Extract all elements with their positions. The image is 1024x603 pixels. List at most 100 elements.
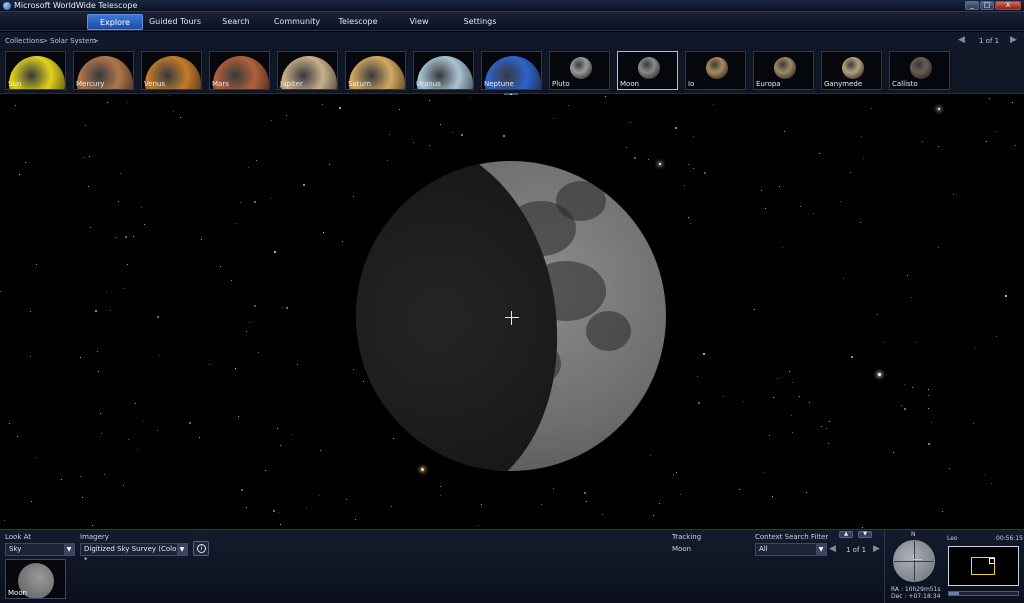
star [585,500,587,502]
prev-page-icon[interactable]: ◀ [958,35,965,45]
thumbnail-venus[interactable]: Venus [141,51,202,90]
star [81,496,83,498]
next-page-icon[interactable]: ▶ [873,544,880,554]
star [94,309,97,312]
context-filter-dropdown[interactable]: All ▼ [755,543,827,556]
next-page-icon[interactable]: ▶ [1010,35,1017,45]
star [928,389,930,391]
tab-community[interactable]: Community [268,14,326,30]
minimize-button[interactable]: _ [965,1,979,10]
info-icon: i [197,544,206,553]
thumbnail-label: Saturn [348,80,372,88]
star [991,482,993,484]
thumbnail-callisto[interactable]: Callisto [889,51,950,90]
star [133,236,135,238]
star [697,375,699,377]
prev-page-icon[interactable]: ◀ [829,544,836,554]
star [240,201,242,203]
star [276,427,278,429]
star [931,421,933,423]
maximize-button[interactable]: □ [980,1,994,10]
breadcrumb-solar-system[interactable]: Solar System [50,37,96,45]
star [200,238,202,240]
star [159,354,161,356]
thumbnail-saturn[interactable]: Saturn [345,51,406,90]
star [927,394,929,396]
bottom-panel: Look At Sky ▼ Imagery Digitized Sky Surv… [0,529,1024,603]
star [14,105,16,107]
star [172,111,174,113]
star [738,489,740,491]
thumbnail-europa[interactable]: Europa [753,51,814,90]
star [904,383,906,385]
thumbnail-sun[interactable]: Sun [5,51,66,90]
tab-view[interactable]: View [400,14,438,30]
star [34,456,36,458]
star [180,116,182,118]
imagery-dropdown[interactable]: Digitized Sky Survey (Color) * ▼ [80,543,188,564]
star [302,184,305,187]
thumbnail-jupiter[interactable]: Jupiter [277,51,338,90]
scroll-up-button[interactable]: ▲ [839,531,853,538]
star [683,185,685,187]
star [231,279,233,281]
star [941,510,943,512]
breadcrumb-collections[interactable]: Collections [5,37,43,45]
thumbnail-ganymede[interactable]: Ganymede [821,51,882,90]
star [788,370,790,372]
scroll-down-button[interactable]: ▼ [858,531,872,538]
compass-globe[interactable] [893,540,935,582]
close-button[interactable]: X [995,1,1021,10]
crosshair [505,317,519,318]
tab-settings[interactable]: Settings [458,14,502,30]
time-scrubber[interactable] [948,591,1019,596]
star [440,486,442,488]
star [650,455,652,456]
star [30,355,32,357]
star [784,131,786,133]
thumbnail-mars[interactable]: Mars [209,51,270,90]
tracking-value: Moon [672,545,692,553]
constellation-minimap[interactable] [948,546,1019,586]
star [861,526,863,528]
star [389,134,391,136]
star [861,135,863,137]
star [503,135,506,138]
star [583,491,586,494]
thumbnail-pluto[interactable]: Pluto [549,51,610,90]
thumbnail-moon[interactable]: Moon [617,51,678,90]
star [305,506,307,508]
star [771,496,773,498]
star [3,519,5,521]
thumbnail-label: Ganymede [824,80,863,88]
tab-guided-tours[interactable]: Guided Tours [146,14,204,30]
star [760,189,762,191]
star [248,321,250,323]
star [323,231,325,233]
tab-telescope[interactable]: Telescope [332,14,384,30]
star [688,163,690,165]
star [248,167,250,169]
star [871,107,873,109]
menu-bar: Explore Guided Tours Search Community Te… [0,12,1024,31]
star [703,171,706,174]
star [658,502,660,504]
star [253,304,256,307]
tab-search[interactable]: Search [212,14,260,30]
star [189,422,192,425]
star [286,306,289,309]
window-title: Microsoft WorldWide Telescope [14,1,138,10]
info-button[interactable]: i [193,541,209,556]
clock-readout: 00:56:15 [996,535,1023,542]
star [791,432,793,434]
thumbnail-uranus[interactable]: Uranus [413,51,474,90]
thumbnail-io[interactable]: Io [685,51,746,90]
star [118,200,120,202]
thumbnail-neptune[interactable]: Neptune [481,51,542,90]
tab-explore[interactable]: Explore [87,14,143,30]
look-at-dropdown[interactable]: Sky ▼ [5,543,75,556]
thumbnail-mercury[interactable]: Mercury [73,51,134,90]
star [1011,101,1013,103]
look-at-thumbnail[interactable]: Moon [5,559,66,599]
sky-view[interactable] [0,95,1024,529]
